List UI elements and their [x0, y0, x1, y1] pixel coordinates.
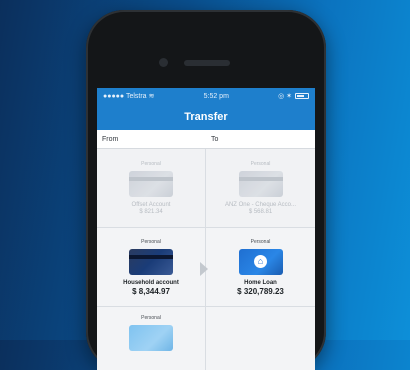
from-header: From — [102, 135, 119, 143]
to-account-empty[interactable] — [206, 307, 315, 370]
account-tag: Personal — [141, 238, 161, 245]
from-account-offset[interactable]: Personal Offset Account $ 821.34 — [97, 149, 206, 227]
card-icon — [129, 171, 173, 197]
account-balance: $ 568.81 — [248, 209, 273, 215]
account-name: Offset Account — [131, 202, 171, 208]
column-headers: From To — [97, 130, 315, 149]
account-tag: Personal — [141, 315, 161, 321]
status-bar: ●●●●● Telstra ≋ 5:52 pm ◎ ✶ — [97, 88, 315, 104]
front-camera — [159, 58, 168, 67]
phone-frame: ●●●●● Telstra ≋ 5:52 pm ◎ ✶ Transfer Fro… — [86, 10, 326, 370]
status-time: 5:52 pm — [203, 92, 229, 100]
to-account-cheque[interactable]: Personal ANZ One - Cheque Acco... $ 568.… — [206, 149, 315, 227]
status-indicators: ◎ ✶ — [278, 93, 292, 100]
account-row: Personal — [97, 307, 315, 370]
arrow-right-icon — [200, 262, 208, 276]
wifi-icon: ≋ — [148, 93, 155, 100]
from-account-household[interactable]: Personal Household account $ 8,344.97 — [97, 228, 206, 306]
card-icon — [238, 171, 283, 197]
account-balance: $ 320,789.23 — [237, 286, 284, 296]
page-title: Transfer — [184, 111, 228, 123]
account-name: Home Loan — [244, 279, 277, 286]
account-tag: Personal — [250, 238, 271, 245]
account-row: Personal Offset Account $ 821.34 Persona… — [97, 149, 315, 228]
account-balance: $ 8,344.97 — [132, 286, 170, 296]
account-tag: Personal — [141, 161, 161, 167]
card-icon — [129, 248, 173, 275]
home-icon: ⌂ — [254, 255, 267, 268]
nav-bar: Transfer — [97, 104, 315, 130]
account-grid: Personal Offset Account $ 821.34 Persona… — [97, 149, 315, 370]
card-icon — [129, 325, 173, 351]
carrier-signal: ●●●●● Telstra — [103, 92, 147, 100]
battery-icon — [294, 93, 309, 99]
app-screen: ●●●●● Telstra ≋ 5:52 pm ◎ ✶ Transfer Fro… — [97, 88, 315, 370]
account-name: Household account — [123, 279, 179, 286]
home-loan-card: ⌂ — [238, 248, 283, 275]
account-balance: $ 821.34 — [139, 209, 163, 215]
account-name: ANZ One - Cheque Acco... — [224, 202, 297, 208]
from-account-third[interactable]: Personal — [97, 307, 206, 370]
to-account-home-loan[interactable]: Personal ⌂ Home Loan $ 320,789.23 — [206, 228, 315, 306]
to-header: To — [211, 135, 219, 143]
earpiece-speaker — [184, 60, 230, 66]
account-tag: Personal — [250, 161, 271, 167]
